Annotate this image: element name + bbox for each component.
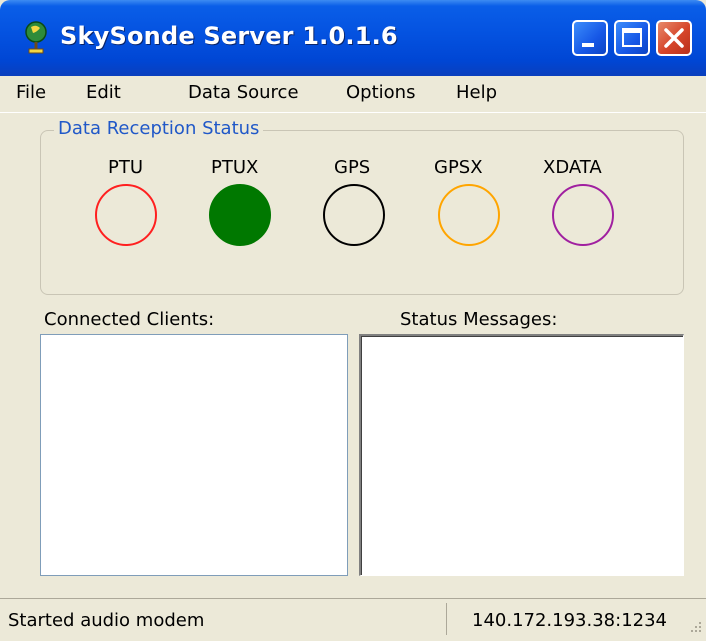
reception-status-title: Data Reception Status (54, 118, 264, 139)
maximize-button[interactable] (614, 20, 650, 56)
title-bar[interactable]: SkySonde Server 1.0.1.6 (0, 0, 706, 76)
minimize-icon (582, 43, 594, 47)
close-button[interactable] (656, 20, 692, 56)
status-separator (446, 603, 447, 635)
window-title: SkySonde Server 1.0.1.6 (60, 22, 398, 50)
status-messages-label: Status Messages: (400, 309, 558, 330)
menu-options[interactable]: Options (346, 82, 415, 103)
minimize-button[interactable] (572, 20, 608, 56)
indicator-gpsx (438, 184, 500, 246)
indicator-gps (323, 184, 385, 246)
maximize-icon (622, 28, 642, 47)
menu-help[interactable]: Help (456, 82, 497, 103)
menu-bar: File Edit Data Source Options Help (0, 76, 706, 113)
indicator-label-gpsx: GPSX (434, 157, 483, 178)
indicator-ptux (209, 184, 271, 246)
status-bar: Started audio modem 140.172.193.38:1234 (0, 598, 706, 641)
connected-clients-list[interactable] (40, 334, 348, 576)
connected-clients-label: Connected Clients: (44, 309, 215, 330)
indicator-ptu (95, 184, 157, 246)
resize-grip-icon[interactable] (684, 617, 704, 637)
status-text: Started audio modem (8, 610, 205, 631)
menu-edit[interactable]: Edit (86, 82, 121, 103)
indicator-xdata (552, 184, 614, 246)
menu-data-source[interactable]: Data Source (188, 82, 299, 103)
server-address: 140.172.193.38:1234 (472, 610, 668, 631)
indicator-label-ptux: PTUX (211, 157, 259, 178)
indicator-label-ptu: PTU (108, 157, 144, 178)
globe-icon (25, 21, 47, 54)
status-messages-box[interactable] (359, 334, 684, 576)
indicator-label-gps: GPS (334, 157, 371, 178)
menu-file[interactable]: File (16, 82, 46, 103)
indicator-label-xdata: XDATA (543, 157, 602, 178)
close-icon (664, 28, 684, 48)
